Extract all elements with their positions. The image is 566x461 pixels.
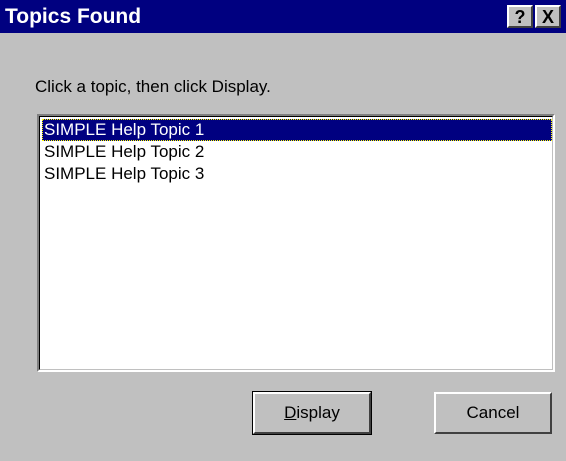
instruction-text: Click a topic, then click Display. [35,77,271,96]
close-button[interactable]: X [535,5,561,28]
cancel-button[interactable]: Cancel [434,392,552,434]
listbox-frame: SIMPLE Help Topic 1 SIMPLE Help Topic 2 … [39,116,553,370]
window-title: Topics Found [5,5,142,28]
question-mark-icon: ? [514,6,526,27]
display-mnemonic: D [284,403,297,422]
list-item-topic-1[interactable]: SIMPLE Help Topic 1 [42,119,552,141]
display-label-rest: isplay [296,403,340,422]
close-icon: X [541,6,554,27]
list-item-topic-3[interactable]: SIMPLE Help Topic 3 [42,163,204,185]
topics-found-dialog: Topics Found ? X Click a topic, then cli… [0,0,566,461]
topics-listbox[interactable]: SIMPLE Help Topic 1 SIMPLE Help Topic 2 … [37,114,555,372]
help-button[interactable]: ? [507,5,533,28]
title-bar[interactable]: Topics Found ? X [0,0,566,33]
display-button[interactable]: Display [252,391,372,435]
list-item-topic-2[interactable]: SIMPLE Help Topic 2 [42,141,204,163]
